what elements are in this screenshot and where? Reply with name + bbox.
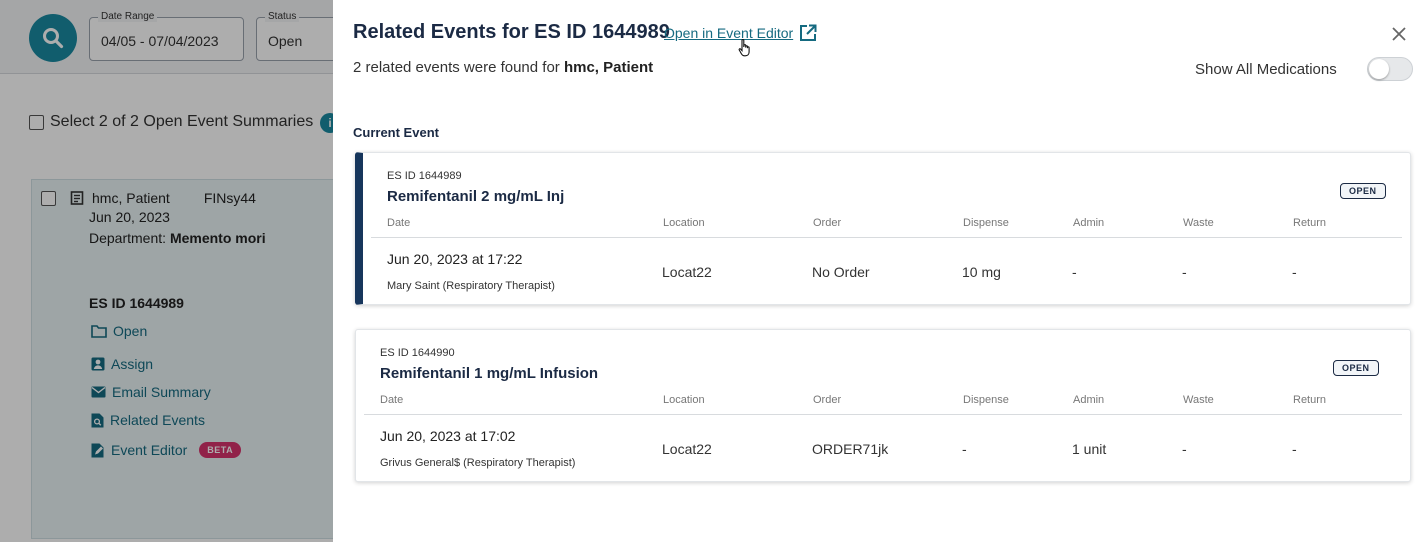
- drawer-title: Related Events for ES ID 1644989: [353, 21, 670, 43]
- event-card-related[interactable]: ES ID 1644990 Remifentanil 1 mg/mL Infus…: [355, 329, 1411, 482]
- event-card-current[interactable]: ES ID 1644989 Remifentanil 2 mg/mL Inj O…: [355, 152, 1411, 305]
- event-waste: -: [1182, 264, 1187, 280]
- event-es-id: ES ID 1644989: [387, 170, 462, 182]
- event-admin: -: [1072, 264, 1077, 280]
- header-divider: [371, 237, 1402, 238]
- event-return: -: [1292, 264, 1297, 280]
- event-medication: Remifentanil 2 mg/mL Inj: [387, 188, 565, 205]
- event-es-id: ES ID 1644990: [380, 347, 455, 359]
- col-header-return: Return: [1293, 394, 1327, 406]
- toggle-knob: [1369, 59, 1389, 79]
- event-order: No Order: [812, 264, 870, 280]
- subtitle-patient: hmc, Patient: [563, 59, 654, 76]
- event-waste: -: [1182, 441, 1187, 457]
- col-header-dispense: Dispense: [963, 217, 1009, 229]
- related-events-drawer: Related Events for ES ID 1644989 Open in…: [333, 0, 1425, 542]
- event-dispense: -: [962, 441, 967, 457]
- event-date: Jun 20, 2023 at 17:22: [387, 251, 523, 267]
- col-header-location: Location: [663, 217, 705, 229]
- col-header-dispense: Dispense: [963, 394, 1009, 406]
- close-icon[interactable]: [1388, 23, 1410, 45]
- col-header-order: Order: [813, 394, 842, 406]
- col-header-waste: Waste: [1183, 394, 1214, 406]
- show-all-medications-toggle[interactable]: [1367, 57, 1413, 81]
- drawer-subtitle: 2 related events were found for hmc, Pat…: [353, 59, 653, 76]
- header-divider: [364, 414, 1402, 415]
- col-header-waste: Waste: [1183, 217, 1214, 229]
- status-badge: OPEN: [1340, 183, 1386, 199]
- event-return: -: [1292, 441, 1297, 457]
- event-person: Grivus General$ (Respiratory Therapist): [380, 457, 576, 469]
- event-admin: 1 unit: [1072, 441, 1107, 457]
- event-location: Locat22: [662, 441, 712, 457]
- col-header-date: Date: [380, 394, 404, 406]
- col-header-admin: Admin: [1073, 217, 1105, 229]
- current-event-heading: Current Event: [353, 125, 439, 140]
- col-header-location: Location: [663, 394, 705, 406]
- external-link-icon: [800, 24, 817, 41]
- event-person: Mary Saint (Respiratory Therapist): [387, 280, 555, 292]
- col-header-admin: Admin: [1073, 394, 1105, 406]
- col-header-return: Return: [1293, 217, 1327, 229]
- show-all-medications-label: Show All Medications: [1195, 61, 1337, 78]
- col-header-order: Order: [813, 217, 842, 229]
- status-badge: OPEN: [1333, 360, 1379, 376]
- event-location: Locat22: [662, 264, 712, 280]
- hand-cursor-icon: [738, 38, 750, 57]
- subtitle-prefix: 2 related events were found for: [353, 59, 560, 76]
- event-date: Jun 20, 2023 at 17:02: [380, 428, 516, 444]
- open-in-event-editor-label: Open in Event Editor: [664, 25, 794, 41]
- event-medication: Remifentanil 1 mg/mL Infusion: [380, 365, 599, 382]
- col-header-date: Date: [387, 217, 411, 229]
- event-dispense: 10 mg: [962, 264, 1001, 280]
- event-order: ORDER71jk: [812, 441, 889, 457]
